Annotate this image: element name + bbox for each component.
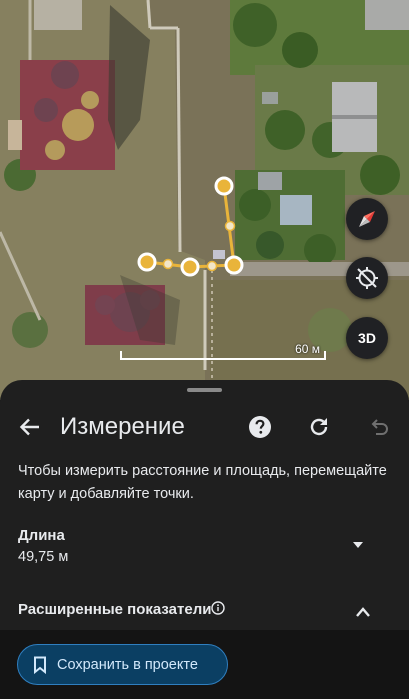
- save-to-project-button[interactable]: Сохранить в проекте: [17, 644, 228, 685]
- scale-label: 60 м: [295, 342, 320, 356]
- panel-toolbar: Измерение: [0, 407, 409, 447]
- route-point[interactable]: [180, 257, 200, 277]
- bookmark-icon: [33, 656, 47, 674]
- compass-button[interactable]: [346, 198, 388, 240]
- save-to-project-label: Сохранить в проекте: [57, 656, 198, 673]
- info-icon[interactable]: [211, 601, 225, 615]
- route-point[interactable]: [224, 255, 244, 275]
- advanced-metrics-label: Расширенные показатели: [18, 601, 212, 618]
- chevron-up-icon[interactable]: [355, 606, 371, 618]
- route-point[interactable]: [137, 252, 157, 272]
- reset-button[interactable]: [303, 411, 335, 443]
- measurement-panel: Измерение Чтобы измерить расстояние и пл…: [0, 380, 409, 699]
- length-value: 49,75 м: [18, 549, 69, 565]
- caret-down-icon[interactable]: [351, 540, 365, 550]
- measurement-instructions: Чтобы измерить расстояние и площадь, пер…: [18, 463, 387, 502]
- length-label: Длина: [18, 527, 65, 544]
- orientation-button[interactable]: [346, 257, 388, 299]
- route-midpoint[interactable]: [162, 258, 174, 270]
- help-icon: [249, 416, 271, 438]
- undo-icon: [371, 419, 388, 435]
- length-row[interactable]: Длина 49,75 м: [0, 527, 409, 571]
- route-point[interactable]: [214, 176, 234, 196]
- drag-handle[interactable]: [187, 388, 222, 392]
- undo-button[interactable]: [363, 411, 395, 443]
- advanced-metrics-row[interactable]: Расширенные показатели: [0, 596, 409, 626]
- panel-title: Измерение: [60, 413, 185, 440]
- route-midpoint[interactable]: [206, 260, 218, 272]
- back-button[interactable]: [14, 411, 46, 443]
- satellite-map[interactable]: 3D 60 м: [0, 0, 409, 400]
- 3d-label: 3D: [358, 330, 376, 346]
- panel-footer: Сохранить в проекте: [0, 630, 409, 699]
- refresh-icon: [310, 418, 328, 436]
- orientation-icon: [356, 267, 378, 289]
- compass-icon: [359, 211, 375, 227]
- 3d-toggle-button[interactable]: 3D: [346, 317, 388, 359]
- back-arrow-icon: [19, 418, 39, 436]
- help-button[interactable]: [244, 411, 276, 443]
- map-scale: 60 м: [120, 342, 326, 360]
- route-midpoint[interactable]: [224, 220, 236, 232]
